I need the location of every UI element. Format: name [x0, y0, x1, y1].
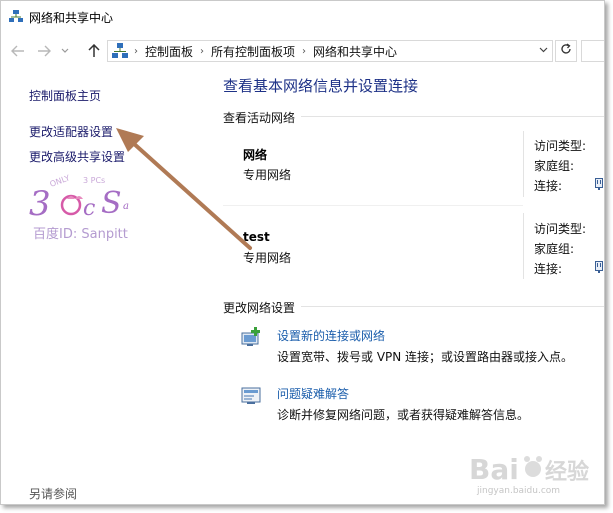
svg-text:S: S [101, 186, 122, 221]
author-logo: ONLY 3 PCs 3 c S a [29, 173, 129, 223]
setup-new-connection-desc: 设置宽带、拨号或 VPN 连接；或设置路由器或接入点。 [277, 350, 574, 364]
svg-text:3: 3 [29, 184, 51, 223]
network-type: 专用网络 [243, 168, 292, 182]
svg-text:3 PCs: 3 PCs [83, 176, 105, 185]
breadcrumb-control-panel[interactable]: 控制面板 [145, 43, 193, 60]
svg-text:ONLY: ONLY [49, 173, 72, 189]
arrow-up-icon[interactable] [83, 40, 105, 62]
control-panel-icon [112, 43, 128, 59]
svg-text:Bai: Bai [469, 453, 519, 486]
svg-text:c: c [83, 196, 95, 221]
network-divider [523, 213, 524, 279]
homegroup-label: 家庭组: [534, 159, 575, 173]
connection-label: 连接: [534, 179, 563, 193]
breadcrumb-separator-icon: › [200, 45, 205, 57]
breadcrumb-all-items[interactable]: 所有控制面板项 [211, 43, 295, 60]
change-settings-heading: 更改网络设置 [223, 301, 296, 315]
connection-label: 连接: [534, 262, 563, 276]
section-divider [301, 116, 604, 117]
sidebar-item-change-advanced-sharing[interactable]: 更改高级共享设置 [29, 148, 125, 165]
setup-new-connection-link[interactable]: 设置新的连接或网络 [277, 327, 385, 344]
svg-text:a: a [123, 201, 129, 212]
sidebar: 控制面板主页 更改适配器设置 更改高级共享设置 另请参阅 [1, 65, 213, 504]
network-type: 专用网络 [243, 251, 292, 265]
troubleshoot-icon[interactable] [241, 386, 263, 406]
breadcrumb-separator-icon: › [134, 45, 138, 57]
author-id-text: 百度ID: Sanpitt [33, 227, 128, 242]
address-dropdown-icon[interactable] [539, 45, 548, 56]
page-title: 查看基本网络信息并设置连接 [223, 77, 419, 95]
baidu-logo: Bai 经验 jingyan.baidu.com [469, 453, 589, 496]
title-bar: 网络和共享中心 [1, 1, 604, 33]
sidebar-item-change-adapter-settings[interactable]: 更改适配器设置 [29, 123, 113, 140]
homegroup-label: 家庭组: [534, 242, 575, 256]
access-type-label: 访问类型: [534, 139, 587, 153]
network-separator [223, 205, 523, 206]
arrow-right-icon[interactable] [33, 40, 55, 62]
new-connection-icon[interactable] [241, 327, 263, 347]
troubleshoot-desc: 诊断并修复网络问题，或者获得疑难解答信息。 [277, 408, 530, 422]
troubleshoot-link[interactable]: 问题疑难解答 [277, 385, 349, 402]
chevron-down-icon[interactable] [59, 40, 71, 62]
refresh-button[interactable] [555, 40, 577, 62]
search-input[interactable] [581, 40, 604, 62]
window-title: 网络和共享中心 [29, 10, 114, 25]
refresh-icon [560, 43, 572, 59]
see-also-heading: 另请参阅 [29, 487, 78, 501]
network-app-icon [9, 10, 23, 24]
author-watermark: ONLY 3 PCs 3 c S a 百度ID: Sanpitt [27, 171, 167, 242]
ethernet-icon[interactable] [595, 261, 603, 273]
section-divider [301, 306, 604, 307]
breadcrumb-separator-icon: › [302, 45, 307, 57]
main-content: 查看基本网络信息并设置连接 查看活动网络 网络 专用网络 访问类型: 家庭组: … [223, 65, 604, 504]
baidu-jingyan-watermark: Bai 经验 jingyan.baidu.com [469, 449, 604, 501]
breadcrumb-network-center[interactable]: 网络和共享中心 [313, 43, 397, 60]
arrow-left-icon[interactable] [7, 40, 29, 62]
network-name: 网络 [243, 148, 268, 162]
svg-text:经验: 经验 [545, 459, 589, 485]
address-field[interactable]: › 控制面板 › 所有控制面板项 › 网络和共享中心 [107, 40, 553, 62]
sidebar-item-control-panel-home[interactable]: 控制面板主页 [29, 87, 101, 104]
address-bar: › 控制面板 › 所有控制面板项 › 网络和共享中心 [1, 37, 604, 65]
ethernet-icon[interactable] [595, 178, 603, 190]
svg-text:jingyan.baidu.com: jingyan.baidu.com [476, 486, 560, 496]
active-networks-heading: 查看活动网络 [223, 111, 296, 125]
network-sharing-center-window: 网络和共享中心 › 控制面板 › 所有控制面板项 › 网络和共享中心 控制面板主… [0, 0, 605, 505]
access-type-label: 访问类型: [534, 222, 587, 236]
network-name: test [243, 230, 270, 244]
network-divider [523, 131, 524, 197]
